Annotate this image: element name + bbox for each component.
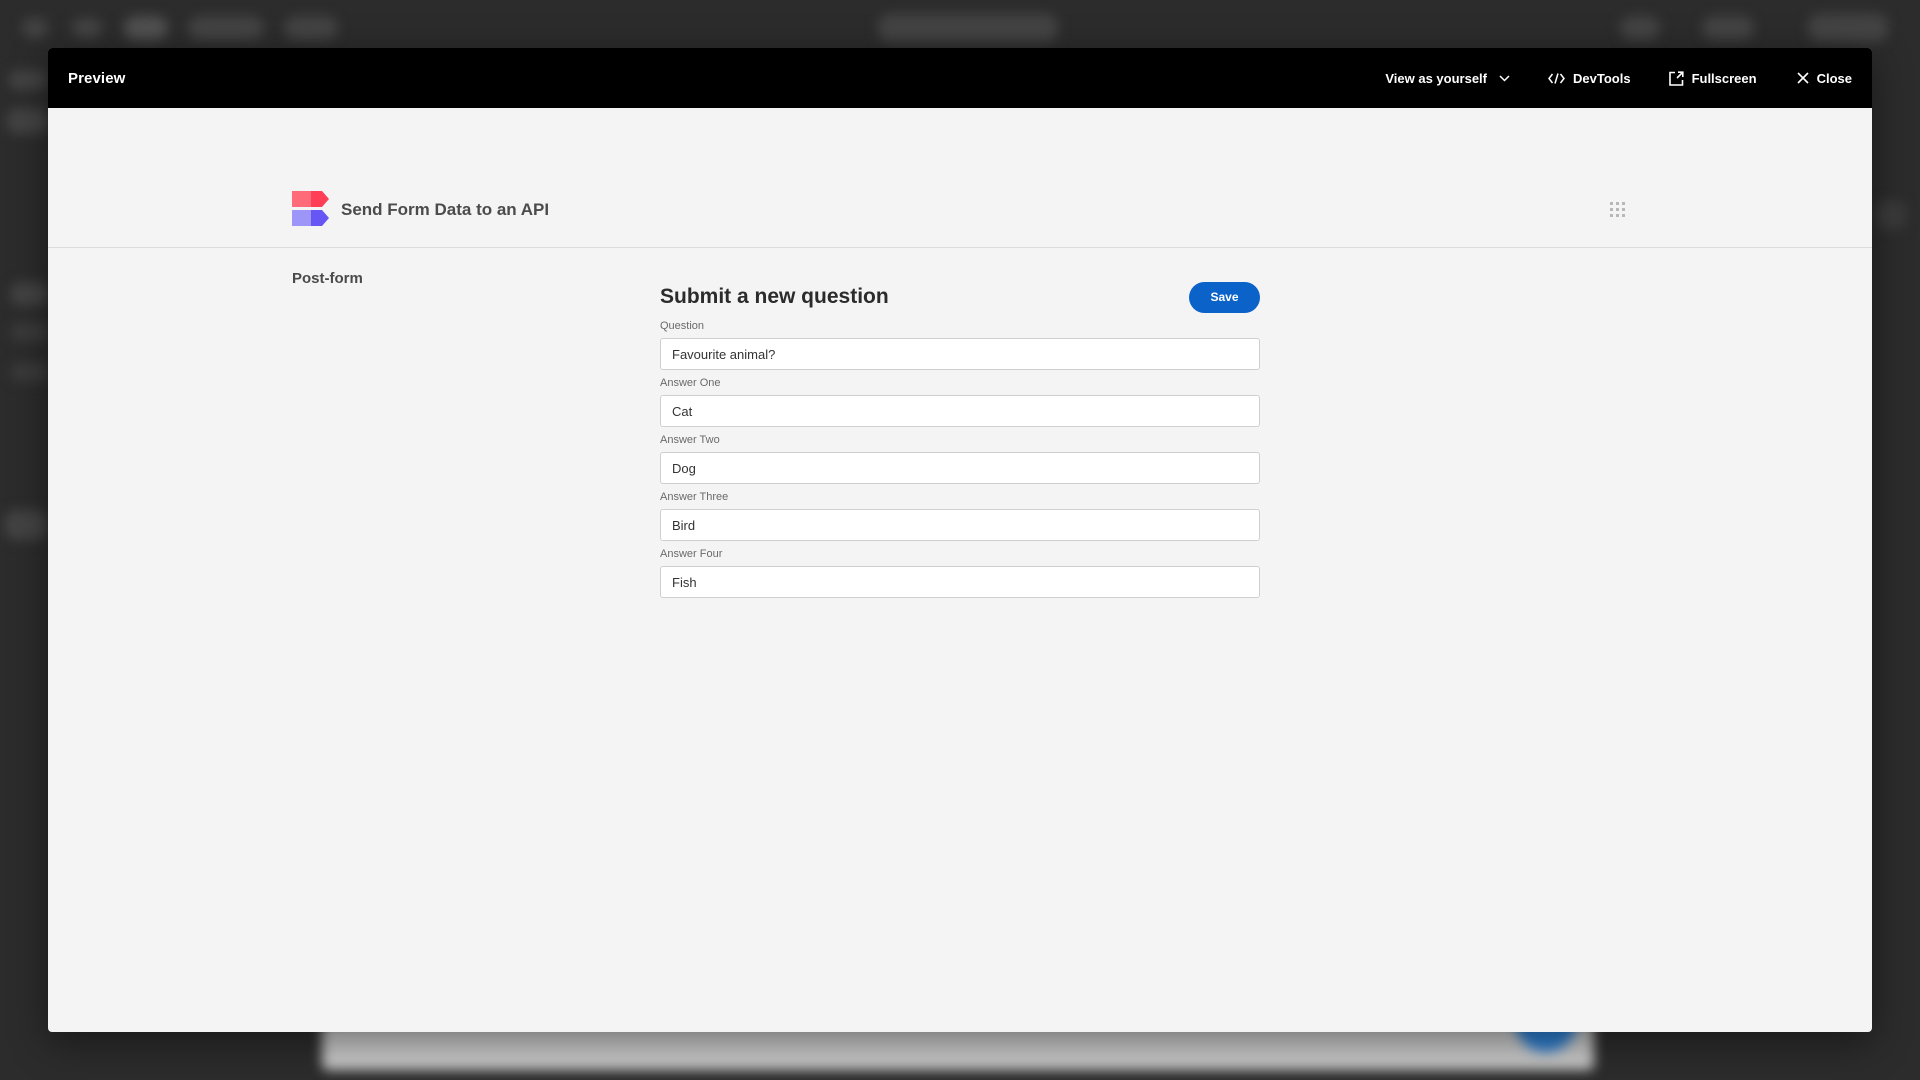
answer-one-input[interactable] xyxy=(660,395,1260,427)
field-answer-four: Answer Four xyxy=(660,546,1260,598)
question-input[interactable] xyxy=(660,338,1260,370)
chevron-down-icon xyxy=(1499,74,1510,82)
close-icon xyxy=(1797,72,1809,84)
answer-three-input[interactable] xyxy=(660,509,1260,541)
answer-two-input[interactable] xyxy=(660,452,1260,484)
app-logo-icon xyxy=(292,191,329,226)
question-form: Submit a new question Save Question Answ… xyxy=(660,281,1260,598)
app-header: Send Form Data to an API Post-form xyxy=(48,108,1872,287)
bg-blob xyxy=(878,14,1058,42)
bg-blob xyxy=(6,108,50,134)
code-icon xyxy=(1548,72,1565,84)
view-as-label: View as yourself xyxy=(1385,70,1487,86)
bg-blob xyxy=(188,16,264,40)
app-title: Send Form Data to an API xyxy=(341,199,550,219)
close-label: Close xyxy=(1816,70,1852,86)
field-answer-three: Answer Three xyxy=(660,489,1260,541)
nav-link-post-form[interactable]: Post-form xyxy=(292,270,363,287)
modal-title: Preview xyxy=(68,69,126,87)
field-question: Question xyxy=(660,318,1260,370)
bg-blob xyxy=(22,18,48,38)
bg-blob xyxy=(124,16,168,40)
bg-blob xyxy=(1808,14,1888,42)
bg-blob xyxy=(1876,200,1906,230)
brand[interactable]: Send Form Data to an API xyxy=(292,191,549,228)
form-title: Submit a new question xyxy=(660,285,889,308)
bg-blob xyxy=(1620,16,1660,40)
bg-blob xyxy=(10,282,50,306)
field-label: Question xyxy=(660,320,705,332)
bg-blob xyxy=(10,322,50,342)
field-label: Answer Three xyxy=(660,491,729,503)
header-actions: View as yourself DevTools Fullscreen Clo… xyxy=(1347,71,1852,86)
answer-four-input[interactable] xyxy=(660,566,1260,598)
modal-header: Preview View as yourself DevTools Fullsc… xyxy=(48,48,1872,108)
external-link-icon xyxy=(1668,70,1684,86)
form-header: Submit a new question Save xyxy=(660,281,1260,313)
bg-blob xyxy=(284,16,338,40)
field-answer-two: Answer Two xyxy=(660,432,1260,484)
bg-blob xyxy=(4,510,48,540)
fullscreen-button[interactable]: Fullscreen xyxy=(1668,70,1757,86)
devtools-label: DevTools xyxy=(1573,70,1631,86)
bg-blob xyxy=(10,362,50,382)
field-label: Answer Two xyxy=(660,434,720,446)
preview-modal: Preview View as yourself DevTools Fullsc… xyxy=(48,48,1872,1032)
field-label: Answer One xyxy=(660,377,721,389)
view-as-dropdown[interactable]: View as yourself xyxy=(1385,71,1510,86)
grid-icon[interactable] xyxy=(1610,202,1625,217)
field-answer-one: Answer One xyxy=(660,375,1260,427)
close-button[interactable]: Close xyxy=(1797,71,1852,86)
save-button[interactable]: Save xyxy=(1189,281,1260,313)
bg-blob xyxy=(1702,16,1754,40)
bg-blob xyxy=(72,18,102,38)
bg-blob xyxy=(8,70,48,90)
devtools-button[interactable]: DevTools xyxy=(1548,71,1631,86)
fullscreen-label: Fullscreen xyxy=(1691,70,1757,86)
field-label: Answer Four xyxy=(660,548,723,560)
